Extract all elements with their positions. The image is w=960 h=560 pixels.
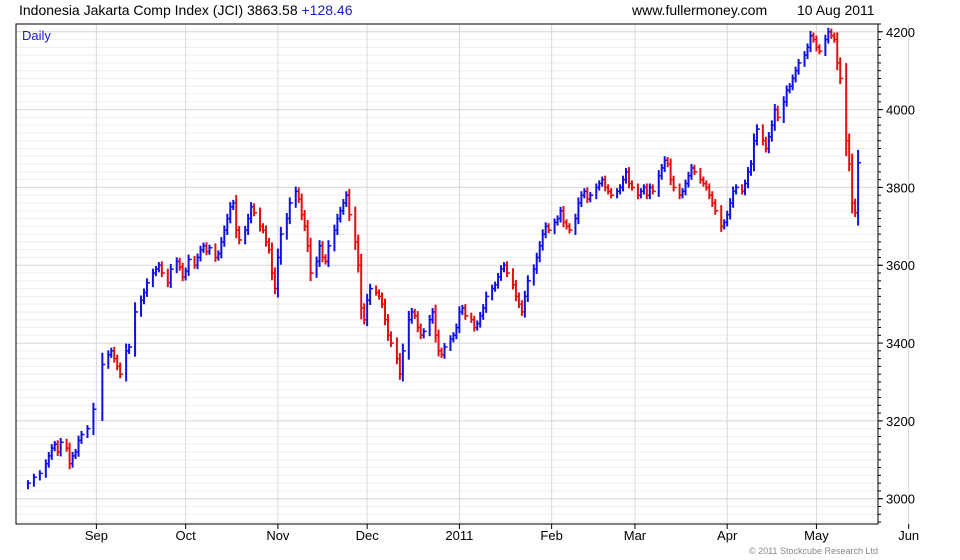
price-chart: 3000 3200 3400 3600 3800 4000 4200 Sep Oct Nov Dec… bbox=[15, 23, 919, 556]
interval-label: Daily bbox=[22, 28, 51, 43]
x-tick-label: Apr bbox=[717, 528, 738, 543]
x-tick-label: Oct bbox=[176, 528, 197, 543]
x-tick-label: 2011 bbox=[445, 528, 473, 543]
x-tick-label: Feb bbox=[540, 528, 562, 543]
y-tick-label: 4000 bbox=[886, 103, 915, 118]
plot-area bbox=[16, 24, 878, 524]
x-tick-label: Mar bbox=[624, 528, 647, 543]
x-tick-label: Jun bbox=[898, 528, 919, 543]
y-tick-label: 4200 bbox=[886, 25, 915, 40]
x-tick-label: Dec bbox=[356, 528, 380, 543]
y-tick-label: 3800 bbox=[886, 180, 915, 195]
copyright-note: © 2011 Stockcube Research Ltd bbox=[749, 546, 878, 556]
y-tick-label: 3200 bbox=[886, 414, 915, 429]
y-tick-label: 3000 bbox=[886, 492, 915, 507]
y-tick-label: 3400 bbox=[886, 336, 915, 351]
x-tick-label: May bbox=[804, 528, 829, 543]
x-tick-label: Sep bbox=[85, 528, 108, 543]
x-tick-label: Nov bbox=[266, 528, 290, 543]
y-tick-label: 3600 bbox=[886, 258, 915, 273]
